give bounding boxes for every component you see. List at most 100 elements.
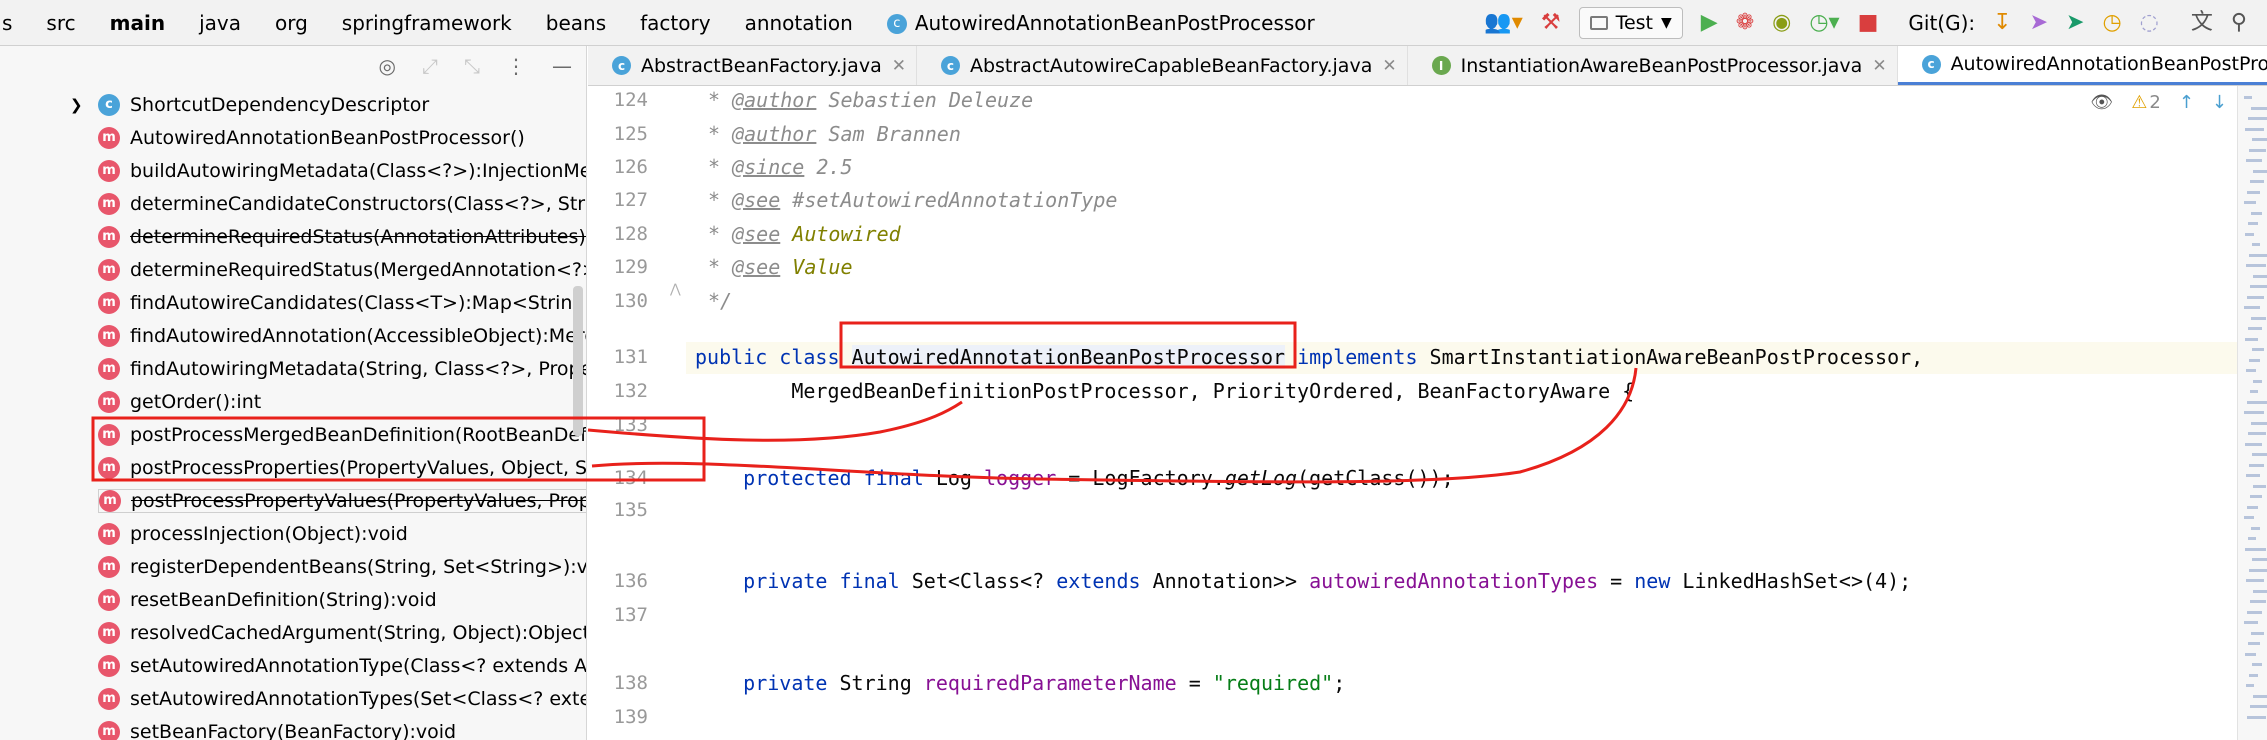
profiler-icon[interactable]: ◷▾: [1809, 11, 1839, 34]
minimize-icon[interactable]: —: [552, 54, 572, 78]
git-push-icon[interactable]: ➤: [2066, 11, 2084, 34]
structure-item[interactable]: m postProcessMergedBeanDefinition(RootBea…: [0, 418, 586, 451]
minimap-mark: [2250, 285, 2267, 288]
warning-count: 2: [2149, 92, 2161, 113]
options-menu-icon[interactable]: ⋮: [506, 54, 526, 78]
minimap-mark: [2252, 453, 2267, 456]
breadcrumb-item[interactable]: factory: [640, 11, 710, 35]
tab-abstractautowirecapablebeanfactory[interactable]: c AbstractAutowireCapableBeanFactory.java…: [917, 46, 1408, 85]
previous-highlight-icon[interactable]: ↑: [2179, 92, 2194, 113]
editor-minimap[interactable]: [2237, 86, 2267, 740]
code-line[interactable]: public class AutowiredAnnotationBeanPost…: [695, 345, 1923, 369]
structure-item[interactable]: m registerDependentBeans(String, Set<Stri…: [0, 550, 586, 583]
run-config-label: Test: [1615, 11, 1653, 34]
code-line[interactable]: */: [708, 289, 732, 313]
structure-item[interactable]: m postProcessPropertyValues(PropertyValue…: [0, 484, 586, 517]
debug-icon[interactable]: ❁: [1736, 11, 1754, 34]
breadcrumb-item[interactable]: beans: [546, 11, 606, 35]
code-line[interactable]: protected final Log logger = LogFactory.…: [695, 466, 1453, 490]
collapse-icon[interactable]: ⤡: [464, 54, 480, 78]
breadcrumb-item[interactable]: main: [110, 11, 165, 35]
structure-item[interactable]: m findAutowiredAnnotation(AccessibleObjec…: [0, 319, 586, 352]
structure-item[interactable]: m resetBeanDefinition(String):void: [0, 583, 586, 616]
method-icon: m: [98, 654, 120, 677]
breadcrumb-item[interactable]: s: [2, 11, 12, 35]
structure-item[interactable]: m determineCandidateConstructors(Class<?>…: [0, 187, 586, 220]
structure-item[interactable]: ❯ c ShortcutDependencyDescriptor: [0, 88, 586, 121]
chevron-down-icon: ▼: [1661, 14, 1672, 31]
method-icon: m: [98, 423, 120, 446]
structure-item[interactable]: m setAutowiredAnnotationTypes(Set<Class<?…: [0, 682, 586, 715]
structure-item[interactable]: m postProcessProperties(PropertyValues, O…: [0, 451, 586, 484]
structure-item[interactable]: m getOrder():int: [0, 385, 586, 418]
structure-item-label: determineCandidateConstructors(Class<?>,…: [130, 192, 586, 215]
minimap-mark: [2247, 190, 2260, 194]
structure-item[interactable]: m buildAutowiringMetadata(Class<?>):Injec…: [0, 154, 586, 187]
git-rollback-icon[interactable]: ◌: [2140, 11, 2159, 34]
search-icon[interactable]: ⚲: [2231, 11, 2247, 34]
code-line[interactable]: * @since 2.5: [708, 155, 853, 179]
run-configuration-select[interactable]: Test ▼: [1578, 6, 1683, 39]
coverage-icon[interactable]: ◉: [1772, 11, 1791, 34]
structure-scrollbar[interactable]: [573, 286, 583, 436]
code-editor[interactable]: ⋀ 124 125 126 127 128 129 130 131 132 133 134 135 13…: [588, 86, 2267, 740]
tab-abstractbeanfactory[interactable]: c AbstractBeanFactory.java ✕: [588, 46, 917, 85]
code-line[interactable]: private final Set<Class<? extends Annota…: [695, 569, 1911, 593]
minimap-mark: [2247, 400, 2267, 404]
structure-item[interactable]: m setAutowiredAnnotationType(Class<? exte…: [0, 649, 586, 682]
minimap-mark: [2249, 463, 2264, 467]
expand-icon[interactable]: ⤢: [422, 54, 438, 78]
ide-window: s src main java org springframework beans facto…: [0, 0, 2267, 740]
warning-icon[interactable]: ⚠ 2: [2131, 92, 2161, 113]
fold-marker-icon[interactable]: ⋀: [670, 282, 681, 297]
reader-mode-icon[interactable]: 👁: [2090, 92, 2113, 113]
breadcrumb-item[interactable]: annotation: [745, 11, 853, 35]
code-line[interactable]: * @author Sebastien Deleuze: [708, 88, 1033, 112]
tab-label: AbstractAutowireCapableBeanFactory.java: [969, 54, 1373, 77]
git-commit-icon[interactable]: ➤: [2030, 11, 2048, 34]
next-highlight-icon[interactable]: ↓: [2212, 92, 2227, 113]
method-icon: m: [99, 489, 121, 512]
close-icon[interactable]: ✕: [892, 56, 906, 76]
user-icon[interactable]: 👥▾: [1484, 11, 1522, 34]
structure-item[interactable]: m determineRequiredStatus(AnnotationAttri…: [0, 220, 586, 253]
minimap-mark: [2246, 579, 2264, 582]
translate-icon[interactable]: 文: [2191, 11, 2213, 34]
breadcrumb-current[interactable]: c AutowiredAnnotationBeanPostProcessor: [886, 11, 1315, 35]
breadcrumb-item[interactable]: src: [46, 11, 75, 35]
breadcrumb-item[interactable]: org: [275, 11, 308, 35]
git-history-icon[interactable]: ◷: [2102, 11, 2121, 34]
close-icon[interactable]: ✕: [1382, 56, 1396, 76]
build-hammer-icon[interactable]: ⚒: [1541, 11, 1561, 34]
expand-arrow-icon[interactable]: ❯: [70, 96, 83, 114]
code-line[interactable]: private String requiredParameterName = "…: [695, 671, 1345, 695]
structure-item[interactable]: m findAutowiringMetadata(String, Class<?>…: [0, 352, 586, 385]
minimap-mark: [2248, 642, 2260, 645]
breadcrumb-item[interactable]: springframework: [342, 11, 512, 35]
code-line[interactable]: * @see Autowired: [708, 222, 901, 246]
line-number: 127: [613, 189, 648, 211]
breadcrumb-item[interactable]: java: [199, 11, 241, 35]
tab-instantiationawarebeanpostprocessor[interactable]: I InstantiationAwareBeanPostProcessor.jav…: [1408, 46, 1898, 85]
code-line[interactable]: * @see #setAutowiredAnnotationType: [708, 188, 1117, 212]
line-number: 137: [613, 604, 648, 626]
target-icon[interactable]: ◎: [379, 54, 396, 78]
minimap-mark: [2246, 264, 2266, 267]
method-icon: m: [98, 192, 120, 215]
close-icon[interactable]: ✕: [1872, 56, 1886, 76]
run-config-icon: [1589, 15, 1608, 30]
tab-autowiredannotationbeanpostprocessor[interactable]: c AutowiredAnnotationBeanPostProcessor.ja…: [1897, 46, 2267, 85]
structure-item[interactable]: m determineRequiredStatus(MergedAnnotatio…: [0, 253, 586, 286]
structure-item[interactable]: m processInjection(Object):void: [0, 517, 586, 550]
code-line[interactable]: * @author Sam Brannen: [708, 122, 961, 146]
structure-item[interactable]: m resolvedCachedArgument(String, Object):…: [0, 616, 586, 649]
structure-item[interactable]: m setBeanFactory(BeanFactory):void: [0, 715, 586, 740]
method-icon: m: [98, 555, 120, 578]
stop-icon[interactable]: ■: [1858, 11, 1879, 34]
structure-item[interactable]: m findAutowireCandidates(Class<T>):Map<St…: [0, 286, 586, 319]
git-update-icon[interactable]: ↧: [1993, 11, 2011, 34]
run-icon[interactable]: ▶: [1701, 11, 1718, 34]
code-line[interactable]: MergedBeanDefinitionPostProcessor, Prior…: [695, 379, 1634, 403]
code-line[interactable]: * @see Value: [708, 255, 853, 279]
structure-item[interactable]: m AutowiredAnnotationBeanPostProcessor(): [0, 121, 586, 154]
